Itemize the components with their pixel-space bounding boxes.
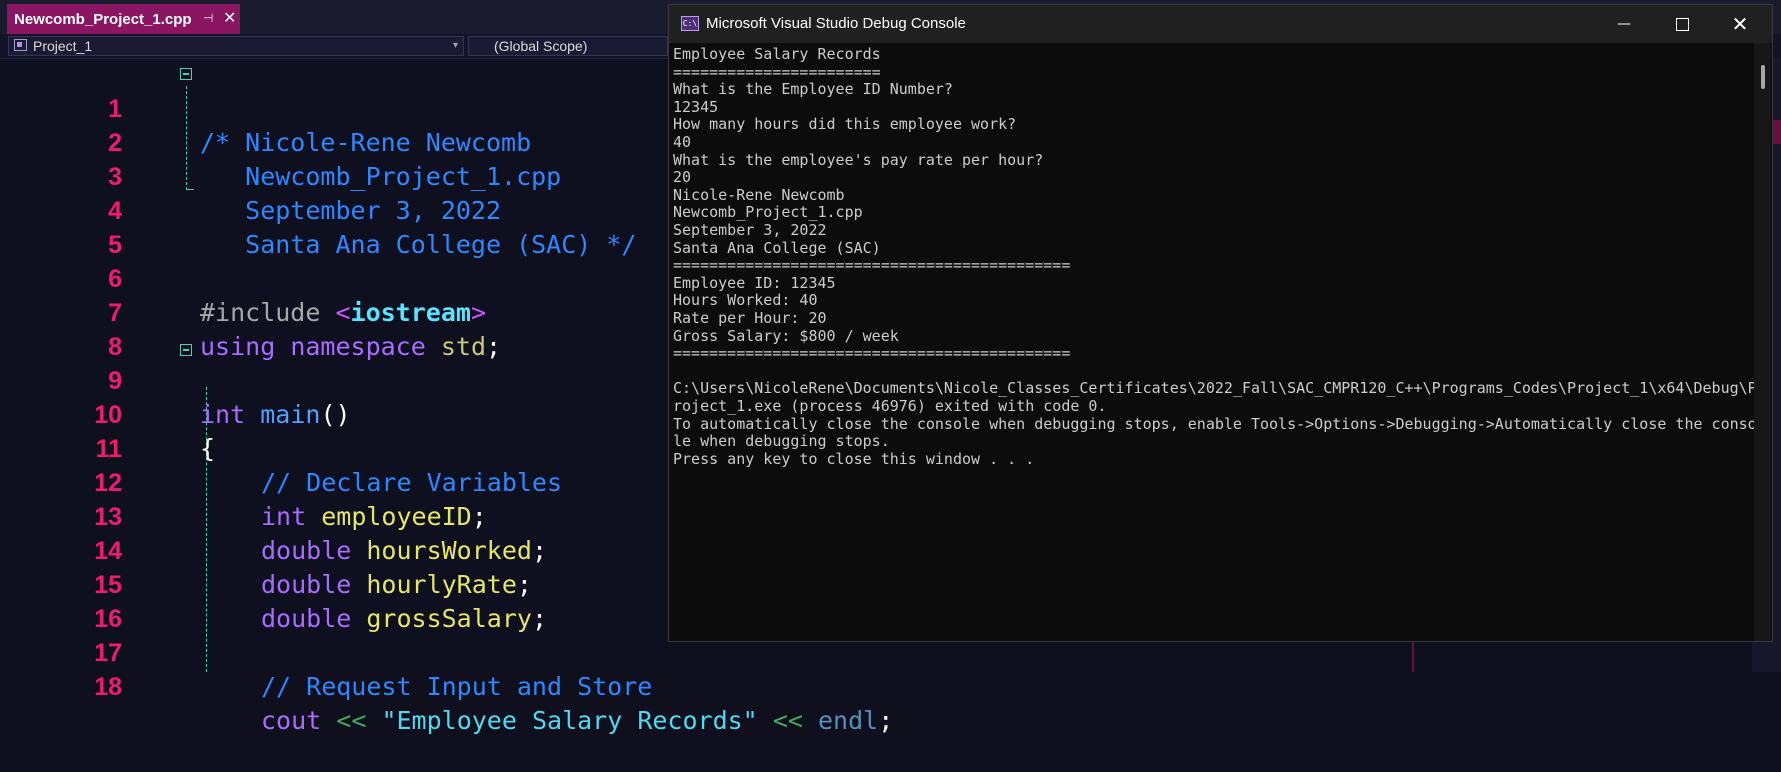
console-app-icon: C:\ [681, 16, 699, 31]
project-icon [14, 39, 27, 51]
console-scrollbar[interactable] [1754, 43, 1771, 641]
scope-dropdown[interactable]: (Global Scope) [468, 36, 668, 56]
maximize-button[interactable] [1653, 5, 1711, 43]
tab-title: Newcomb_Project_1.cpp [14, 10, 192, 28]
line-number: 18 [94, 673, 122, 701]
divider [1412, 640, 1414, 672]
scope-dropdown-value: (Global Scope) [494, 38, 588, 54]
title-bar[interactable]: C:\ Microsoft Visual Studio Debug Consol… [669, 5, 1772, 43]
console-line: Press any key to close this window . . . [673, 449, 1035, 468]
pin-icon[interactable]: ⊣ [203, 11, 213, 25]
console-line: ========================================… [673, 344, 1071, 363]
code-text: // Request Input and Store [261, 672, 653, 701]
minimize-button[interactable]: — [1595, 5, 1653, 43]
tab-newcomb-project-1[interactable]: Newcomb_Project_1.cpp ⊣ ✕ [7, 4, 240, 34]
close-button[interactable]: ✕ [1711, 5, 1769, 43]
chevron-down-icon[interactable]: ▾ [453, 37, 458, 55]
project-dropdown-value: Project_1 [33, 38, 93, 54]
maximize-icon [1675, 18, 1689, 31]
console-line: What is the employee's pay rate per hour… [673, 150, 1044, 169]
close-tab-icon[interactable]: ✕ [223, 8, 236, 27]
project-dropdown[interactable]: Project_1 ▾ [8, 36, 464, 56]
debug-console-window[interactable]: C:\ Microsoft Visual Studio Debug Consol… [668, 4, 1773, 642]
console-line: How many hours did this employee work? [673, 115, 1017, 134]
code-text: cout << "Employee Salary Records" << end… [261, 706, 894, 735]
console-scrollbar-thumb[interactable] [1761, 65, 1765, 89]
window-title: Microsoft Visual Studio Debug Console [706, 15, 966, 32]
console-output[interactable]: Employee Salary Records =================… [670, 43, 1757, 641]
